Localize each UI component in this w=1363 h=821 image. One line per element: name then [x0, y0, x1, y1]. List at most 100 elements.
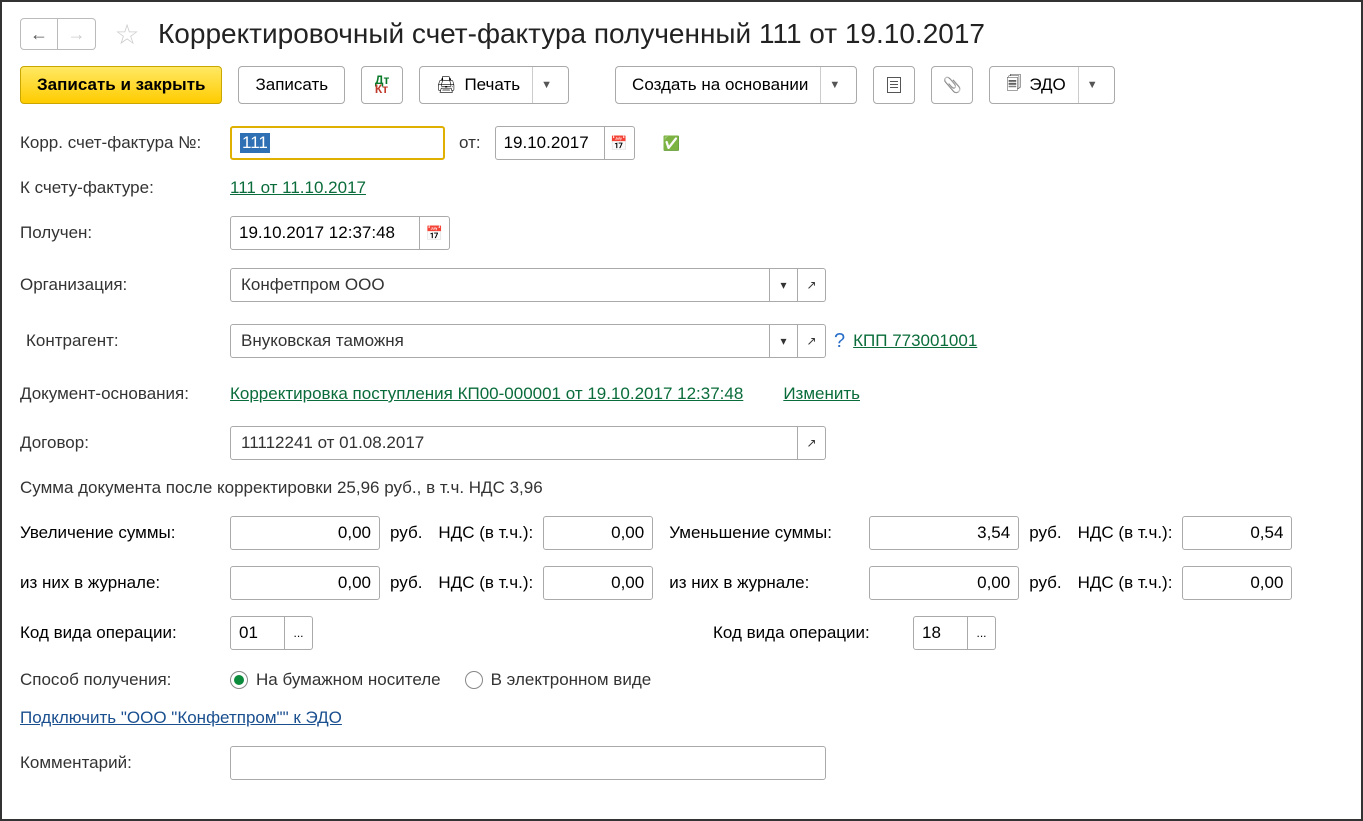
- edo-button[interactable]: ЭДО▼: [989, 66, 1114, 104]
- decrease-vat-input[interactable]: [1182, 516, 1292, 550]
- dt-kt-button[interactable]: ДтКт: [361, 66, 403, 104]
- op-code-left-picker-button[interactable]: ...: [285, 616, 313, 650]
- op-code-right-picker-button[interactable]: ...: [968, 616, 996, 650]
- counterparty-ref-input: Внуковская таможня ▾: [230, 324, 826, 358]
- decrease-amount-input[interactable]: [869, 516, 1019, 550]
- kpp-link[interactable]: КПП 773001001: [853, 331, 977, 351]
- page-title: Корректировочный счет-фактура полученный…: [158, 18, 985, 50]
- dropdown-button[interactable]: ▾: [770, 324, 798, 358]
- op-code-right-input[interactable]: [913, 616, 968, 650]
- vat-label-4: НДС (в т.ч.):: [1078, 573, 1173, 593]
- op-code-right-group: ...: [913, 616, 996, 650]
- row-invoice-number: Корр. счет-фактура №: 111 от: 📅: [20, 126, 1343, 160]
- print-label: Печать: [464, 75, 520, 95]
- journal-inc-label: из них в журнале:: [20, 573, 220, 593]
- journal-inc-vat-input[interactable]: [543, 566, 653, 600]
- row-amounts: Увеличение суммы: руб. НДС (в т.ч.): Уме…: [20, 516, 1343, 550]
- row-organization: Организация: Конфетпром ООО ▾: [20, 268, 1343, 302]
- rub-label-3: руб.: [390, 573, 422, 593]
- comment-input[interactable]: [230, 746, 826, 780]
- invoice-no-label: Корр. счет-фактура №:: [20, 133, 230, 153]
- invoice-date-input[interactable]: [495, 126, 605, 160]
- document-icon: [887, 77, 901, 93]
- edo-icon: [1006, 73, 1021, 98]
- printer-icon: [436, 75, 456, 95]
- organization-input[interactable]: Конфетпром ООО: [230, 268, 770, 302]
- basis-label: Документ-основания:: [20, 384, 230, 404]
- chevron-down-icon: ▾: [780, 278, 786, 292]
- help-icon[interactable]: ?: [834, 330, 845, 353]
- organization-label: Организация:: [20, 275, 230, 295]
- document-form: ← → ☆ Корректировочный счет-фактура полу…: [0, 0, 1363, 821]
- received-date-group: 📅: [230, 216, 450, 250]
- receive-method-group: На бумажном носителе В электронном виде: [230, 670, 651, 690]
- rub-label: руб.: [390, 523, 422, 543]
- counterparty-input[interactable]: Внуковская таможня: [230, 324, 770, 358]
- summary-text: Сумма документа после корректировки 25,9…: [20, 478, 1343, 498]
- connect-edo-link[interactable]: Подключить "ООО "Конфетпром"" к ЭДО: [20, 708, 342, 728]
- radio-electronic-label: В электронном виде: [491, 670, 652, 690]
- rub-label-2: руб.: [1029, 523, 1061, 543]
- dropdown-button[interactable]: ▾: [770, 268, 798, 302]
- toolbar: Записать и закрыть Записать ДтКт Печать▼…: [20, 66, 1343, 104]
- row-receive-method: Способ получения: На бумажном носителе В…: [20, 670, 1343, 690]
- calendar-button[interactable]: 📅: [605, 126, 635, 160]
- row-basis: Документ-основания: Корректировка поступ…: [20, 384, 1343, 404]
- title-bar: ← → ☆ Корректировочный счет-фактура полу…: [20, 18, 1343, 50]
- report-button[interactable]: [873, 66, 915, 104]
- attach-button[interactable]: [931, 66, 973, 104]
- radio-paper-label: На бумажном носителе: [256, 670, 441, 690]
- counterparty-label: Контрагент:: [20, 331, 230, 351]
- open-reference-button[interactable]: [798, 268, 826, 302]
- save-and-close-button[interactable]: Записать и закрыть: [20, 66, 222, 104]
- calendar-icon: 📅: [426, 225, 443, 242]
- receive-method-label: Способ получения:: [20, 670, 230, 690]
- rub-label-4: руб.: [1029, 573, 1061, 593]
- row-contract: Договор: 11112241 от 01.08.2017: [20, 426, 1343, 460]
- dt-kt-icon: ДтКт: [375, 76, 389, 94]
- calendar-icon: 📅: [610, 135, 627, 152]
- increase-amount-input[interactable]: [230, 516, 380, 550]
- calendar-button[interactable]: 📅: [420, 216, 450, 250]
- save-button[interactable]: Записать: [238, 66, 345, 104]
- radio-electronic[interactable]: В электронном виде: [465, 670, 652, 690]
- op-code-left-input[interactable]: [230, 616, 285, 650]
- vat-label: НДС (в т.ч.):: [438, 523, 533, 543]
- open-reference-button[interactable]: [798, 426, 826, 460]
- chevron-down-icon: ▼: [1078, 67, 1098, 103]
- change-link[interactable]: Изменить: [783, 384, 860, 404]
- received-label: Получен:: [20, 223, 230, 243]
- chevron-down-icon: ▼: [820, 67, 840, 103]
- nav-group: ← →: [20, 18, 96, 50]
- journal-dec-label: из них в журнале:: [669, 573, 859, 593]
- row-op-codes: Код вида операции: ... Код вида операции…: [20, 616, 1343, 650]
- forward-button[interactable]: →: [58, 18, 96, 50]
- received-input[interactable]: [230, 216, 420, 250]
- radio-icon-checked: [230, 671, 248, 689]
- basis-document-link[interactable]: Корректировка поступления КП00-000001 от…: [230, 384, 743, 404]
- journal-dec-amount-input[interactable]: [869, 566, 1019, 600]
- status-check-icon[interactable]: [663, 133, 680, 153]
- create-based-label: Создать на основании: [632, 75, 808, 95]
- increase-label: Увеличение суммы:: [20, 523, 220, 543]
- invoice-number-input[interactable]: 111: [230, 126, 445, 160]
- contract-input[interactable]: 11112241 от 01.08.2017: [230, 426, 798, 460]
- favorite-star-icon[interactable]: ☆: [112, 19, 142, 49]
- open-reference-button[interactable]: [798, 324, 826, 358]
- radio-paper[interactable]: На бумажном носителе: [230, 670, 441, 690]
- increase-vat-input[interactable]: [543, 516, 653, 550]
- row-comment: Комментарий:: [20, 746, 1343, 780]
- row-journal: из них в журнале: руб. НДС (в т.ч.): из …: [20, 566, 1343, 600]
- create-based-on-button[interactable]: Создать на основании ▼: [615, 66, 857, 104]
- open-icon: [806, 436, 816, 450]
- contract-label: Договор:: [20, 433, 230, 453]
- row-edo-link: Подключить "ООО "Конфетпром"" к ЭДО: [20, 708, 1343, 728]
- to-invoice-link[interactable]: 111 от 11.10.2017: [230, 178, 366, 198]
- journal-inc-amount-input[interactable]: [230, 566, 380, 600]
- back-button[interactable]: ←: [20, 18, 58, 50]
- op-code-left-label: Код вида операции:: [20, 623, 220, 643]
- journal-dec-vat-input[interactable]: [1182, 566, 1292, 600]
- op-code-right-label: Код вида операции:: [713, 623, 903, 643]
- print-button[interactable]: Печать▼: [419, 66, 569, 104]
- comment-label: Комментарий:: [20, 753, 230, 773]
